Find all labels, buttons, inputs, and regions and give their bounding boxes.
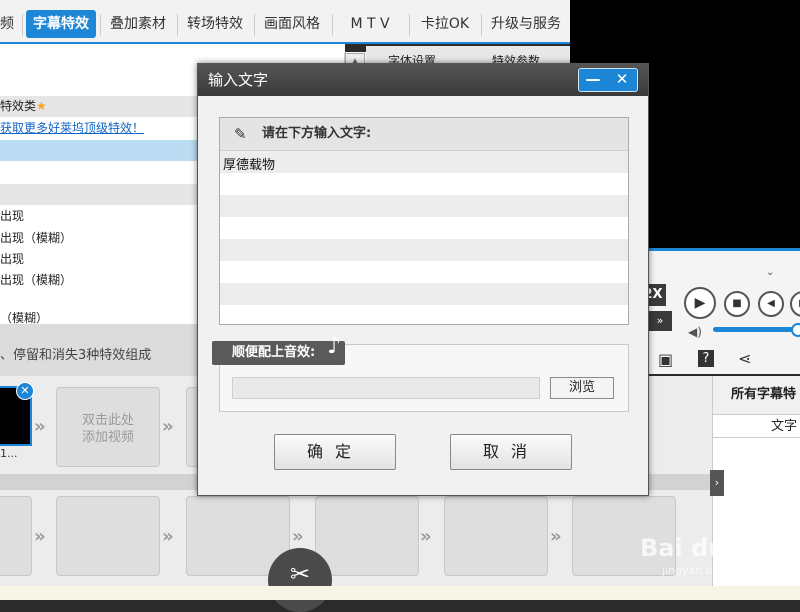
volume-icon[interactable]: ◀) bbox=[688, 325, 702, 339]
player-controls: ⌄ ▶ ■ ◀ ▶ ◀) bbox=[648, 248, 800, 351]
fast-forward-icon[interactable]: » bbox=[648, 311, 672, 331]
tab-divider bbox=[332, 14, 333, 36]
minimize-icon[interactable]: — bbox=[579, 69, 607, 91]
tab-divider bbox=[481, 14, 482, 36]
arrow-right-icon: » bbox=[34, 526, 46, 547]
tab-subtitle-effects[interactable]: 字幕特效 bbox=[26, 10, 96, 38]
list-category-label: 特效类 bbox=[0, 99, 37, 113]
effect-description: 、停留和消失3种特效组成 bbox=[0, 348, 152, 363]
watermark-url: jingyan.baidu.com bbox=[662, 564, 764, 577]
subtitle-list-header: 所有字幕特 bbox=[713, 376, 800, 414]
tab-mtv[interactable]: M T V bbox=[340, 10, 400, 38]
text-input-header: ✎ 请在下方输入文字: bbox=[220, 118, 628, 151]
subtitle-slot[interactable] bbox=[444, 496, 548, 576]
edit-icon: ✎ bbox=[234, 125, 247, 143]
ok-button[interactable]: 确定 bbox=[274, 434, 396, 470]
play-icon[interactable]: ▶ bbox=[684, 287, 716, 319]
tab-upgrade-service[interactable]: 升级与服务 bbox=[486, 10, 566, 38]
arrow-right-icon: » bbox=[292, 526, 304, 547]
add-video-slot[interactable]: 双击此处 添加视频 bbox=[56, 387, 160, 467]
tab-divider bbox=[409, 14, 410, 36]
input-prompt: 请在下方输入文字: bbox=[262, 126, 372, 141]
arrow-right-icon: » bbox=[550, 526, 562, 547]
text-line bbox=[220, 173, 628, 195]
main-tab-bar: 频 字幕特效 叠加素材 转场特效 画面风格 M T V 卡拉OK 升级与服务 bbox=[0, 0, 570, 44]
arrow-right-icon: » bbox=[34, 416, 46, 437]
add-video-line2: 添加视频 bbox=[81, 430, 134, 445]
chevron-right-icon[interactable]: › bbox=[710, 470, 724, 496]
subtitle-slot[interactable] bbox=[56, 496, 160, 576]
text-line bbox=[220, 283, 628, 305]
status-bar bbox=[0, 586, 800, 600]
sound-effect-label: 顺便配上音效: ♪ bbox=[212, 335, 346, 365]
arrow-right-icon: » bbox=[162, 416, 174, 437]
save-icon[interactable]: ▣ bbox=[658, 350, 673, 369]
text-line bbox=[220, 217, 628, 239]
clip-label: 1... bbox=[0, 447, 18, 460]
tab-picture-style[interactable]: 画面风格 bbox=[258, 10, 326, 38]
sound-effect-box: 顺便配上音效: ♪ 浏览 bbox=[212, 335, 629, 412]
input-text-dialog: 输入文字 — ✕ ✎ 请在下方输入文字: 厚德载物 顺便配上音效: ♪ 浏览 确… bbox=[197, 63, 649, 496]
text-input-area[interactable]: ✎ 请在下方输入文字: 厚德载物 bbox=[219, 117, 629, 325]
tab-divider bbox=[100, 14, 101, 36]
volume-slider-handle[interactable] bbox=[791, 323, 800, 337]
music-note-icon: ♪ bbox=[327, 334, 342, 359]
volume-slider[interactable] bbox=[713, 327, 797, 332]
next-frame-icon[interactable]: ▶ bbox=[790, 291, 800, 317]
window-controls: — ✕ bbox=[578, 68, 638, 92]
dialog-titlebar[interactable]: 输入文字 — ✕ bbox=[198, 64, 648, 96]
text-line bbox=[220, 305, 628, 323]
text-line bbox=[220, 195, 628, 217]
tab-overlay-material[interactable]: 叠加素材 bbox=[104, 10, 172, 38]
text-line bbox=[220, 151, 628, 173]
browse-button[interactable]: 浏览 bbox=[550, 377, 614, 399]
star-icon: ★ bbox=[36, 99, 47, 113]
sound-file-field[interactable] bbox=[232, 377, 540, 399]
help-icon[interactable]: ? bbox=[698, 350, 714, 367]
tab-divider bbox=[177, 14, 178, 36]
watermark-logo: Bai du 经验 bbox=[640, 534, 782, 562]
close-icon[interactable]: ✕ bbox=[16, 382, 34, 400]
text-line bbox=[220, 261, 628, 283]
sound-effect-text: 顺便配上音效: bbox=[232, 345, 316, 360]
tab-divider bbox=[254, 14, 255, 36]
chevron-down-icon[interactable]: ⌄ bbox=[766, 267, 774, 278]
cancel-button[interactable]: 取消 bbox=[450, 434, 572, 470]
dialog-title: 输入文字 bbox=[208, 71, 269, 89]
text-line bbox=[220, 239, 628, 261]
input-text-value[interactable]: 厚德载物 bbox=[223, 154, 275, 173]
toolbar-row: ▣ ? ⋖ bbox=[648, 346, 800, 374]
scissors-icon[interactable]: ✂ bbox=[268, 548, 332, 612]
tab-divider bbox=[22, 14, 23, 36]
close-icon[interactable]: ✕ bbox=[608, 69, 636, 91]
add-video-line1: 双击此处 bbox=[81, 413, 134, 428]
arrow-right-icon: » bbox=[162, 526, 174, 547]
tab-karaoke[interactable]: 卡拉OK bbox=[414, 10, 476, 38]
subtitle-slot[interactable] bbox=[0, 496, 32, 576]
prev-frame-icon[interactable]: ◀ bbox=[758, 291, 784, 317]
stop-icon[interactable]: ■ bbox=[724, 291, 750, 317]
tab-video[interactable]: 频 bbox=[0, 10, 14, 38]
tab-transition-effects[interactable]: 转场特效 bbox=[181, 10, 249, 38]
arrow-right-icon: » bbox=[420, 526, 432, 547]
column-header-text[interactable]: 文字 bbox=[713, 414, 800, 438]
share-icon[interactable]: ⋖ bbox=[738, 349, 751, 368]
subtitle-slot[interactable] bbox=[315, 496, 419, 576]
